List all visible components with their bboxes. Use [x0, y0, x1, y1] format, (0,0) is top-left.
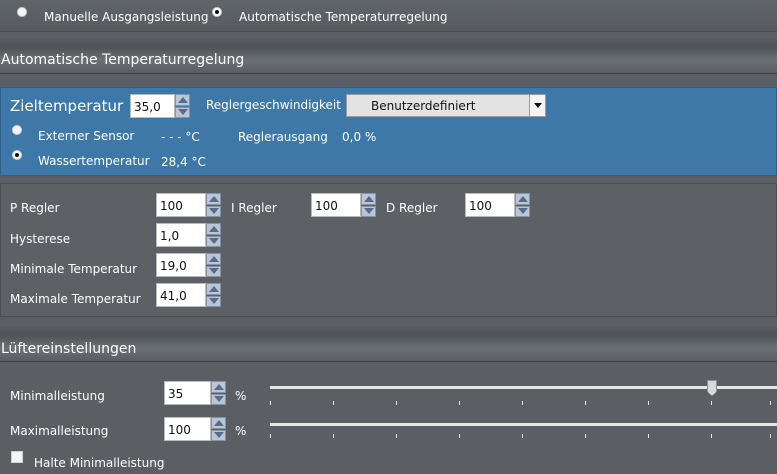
manual-mode-radio[interactable]	[17, 7, 27, 17]
fan-max-slider[interactable]	[270, 423, 777, 426]
i-controller-stepper[interactable]: 100	[311, 193, 376, 217]
slider-tick	[396, 434, 397, 438]
water-temperature-value: 28,4 °C	[161, 155, 206, 169]
slider-tick	[585, 401, 586, 405]
slider-tick	[333, 401, 334, 405]
d-controller-stepper[interactable]: 100	[465, 193, 530, 217]
water-temperature-label[interactable]: Wassertemperatur	[38, 154, 150, 168]
slider-tick	[648, 434, 649, 438]
increment-icon[interactable]	[175, 94, 190, 106]
controller-output-value: 0,0 %	[342, 130, 377, 144]
slider-tick	[270, 401, 271, 405]
slider-tick	[711, 401, 712, 405]
controller-output-label: Reglerausgang	[238, 130, 328, 144]
min-temperature-stepper[interactable]: 19,0	[156, 253, 221, 277]
fan-section-title: Lüftereinstellungen	[1, 341, 137, 357]
external-sensor-value: - - - °C	[161, 130, 200, 144]
max-temperature-input[interactable]: 41,0	[156, 283, 206, 307]
chevron-down-icon[interactable]	[529, 95, 545, 116]
fan-max-stepper[interactable]: 100	[164, 417, 226, 441]
increment-icon[interactable]	[206, 223, 221, 235]
hold-min-power-label[interactable]: Halte Minimalleistung	[34, 456, 164, 470]
slider-tick	[585, 434, 586, 438]
hysteresis-input[interactable]: 1,0	[156, 223, 206, 247]
max-temperature-label: Maximale Temperatur	[10, 292, 141, 306]
slider-tick	[770, 401, 771, 405]
slider-tick	[522, 434, 523, 438]
hysteresis-label: Hysterese	[10, 232, 71, 246]
slider-tick	[522, 401, 523, 405]
increment-icon[interactable]	[515, 193, 530, 205]
auto-section-title: Automatische Temperaturregelung	[1, 52, 245, 68]
increment-icon[interactable]	[206, 283, 221, 295]
slider-tick	[711, 434, 712, 438]
decrement-icon[interactable]	[206, 295, 221, 307]
hold-min-power-checkbox[interactable]	[11, 451, 23, 463]
auto-mode-radio[interactable]	[212, 7, 222, 17]
p-controller-stepper[interactable]: 100	[156, 193, 221, 217]
auto-mode-label[interactable]: Automatische Temperaturregelung	[239, 10, 448, 24]
decrement-icon[interactable]	[211, 393, 226, 405]
target-temperature-label: Zieltemperatur	[10, 97, 124, 115]
slider-tick	[648, 401, 649, 405]
fan-max-label: Maximalleistung	[10, 424, 109, 438]
increment-icon[interactable]	[206, 253, 221, 265]
fan-min-input[interactable]: 35	[164, 381, 211, 405]
fan-max-unit: %	[235, 424, 247, 438]
fan-min-unit: %	[235, 389, 247, 403]
increment-icon[interactable]	[361, 193, 376, 205]
controller-speed-value: Benutzerdefiniert	[371, 99, 476, 113]
slider-tick	[270, 434, 271, 438]
p-controller-label: P Regler	[10, 201, 60, 215]
water-temperature-radio[interactable]	[12, 150, 22, 160]
i-controller-label: I Regler	[231, 201, 277, 215]
controller-speed-dropdown[interactable]: Benutzerdefiniert	[346, 94, 546, 117]
min-temperature-input[interactable]: 19,0	[156, 253, 206, 277]
fan-min-slider[interactable]	[270, 386, 777, 389]
hysteresis-stepper[interactable]: 1,0	[156, 223, 221, 247]
decrement-icon[interactable]	[175, 106, 190, 118]
external-sensor-label[interactable]: Externer Sensor	[38, 129, 134, 143]
target-temperature-stepper[interactable]: 35,0	[130, 94, 190, 118]
decrement-icon[interactable]	[206, 235, 221, 247]
external-sensor-radio[interactable]	[12, 125, 22, 135]
slider-tick	[770, 434, 771, 438]
increment-icon[interactable]	[211, 417, 226, 429]
controller-speed-label: Reglergeschwindigkeit	[206, 98, 341, 112]
slider-tick	[333, 434, 334, 438]
fan-min-stepper[interactable]: 35	[164, 381, 226, 405]
increment-icon[interactable]	[206, 193, 221, 205]
p-controller-input[interactable]: 100	[156, 193, 206, 217]
decrement-icon[interactable]	[211, 429, 226, 441]
slider-tick	[459, 434, 460, 438]
slider-tick	[396, 401, 397, 405]
i-controller-input[interactable]: 100	[311, 193, 361, 217]
decrement-icon[interactable]	[515, 205, 530, 217]
slider-tick	[459, 401, 460, 405]
decrement-icon[interactable]	[206, 205, 221, 217]
max-temperature-stepper[interactable]: 41,0	[156, 283, 221, 307]
manual-mode-label[interactable]: Manuelle Ausgangsleistung	[44, 10, 209, 24]
d-controller-input[interactable]: 100	[465, 193, 515, 217]
increment-icon[interactable]	[211, 381, 226, 393]
min-temperature-label: Minimale Temperatur	[10, 262, 138, 276]
decrement-icon[interactable]	[206, 265, 221, 277]
d-controller-label: D Regler	[386, 201, 438, 215]
fan-min-label: Minimalleistung	[10, 389, 105, 403]
decrement-icon[interactable]	[361, 205, 376, 217]
fan-min-slider-thumb[interactable]	[707, 380, 717, 396]
target-temperature-input[interactable]: 35,0	[130, 94, 175, 118]
fan-max-input[interactable]: 100	[164, 417, 211, 441]
